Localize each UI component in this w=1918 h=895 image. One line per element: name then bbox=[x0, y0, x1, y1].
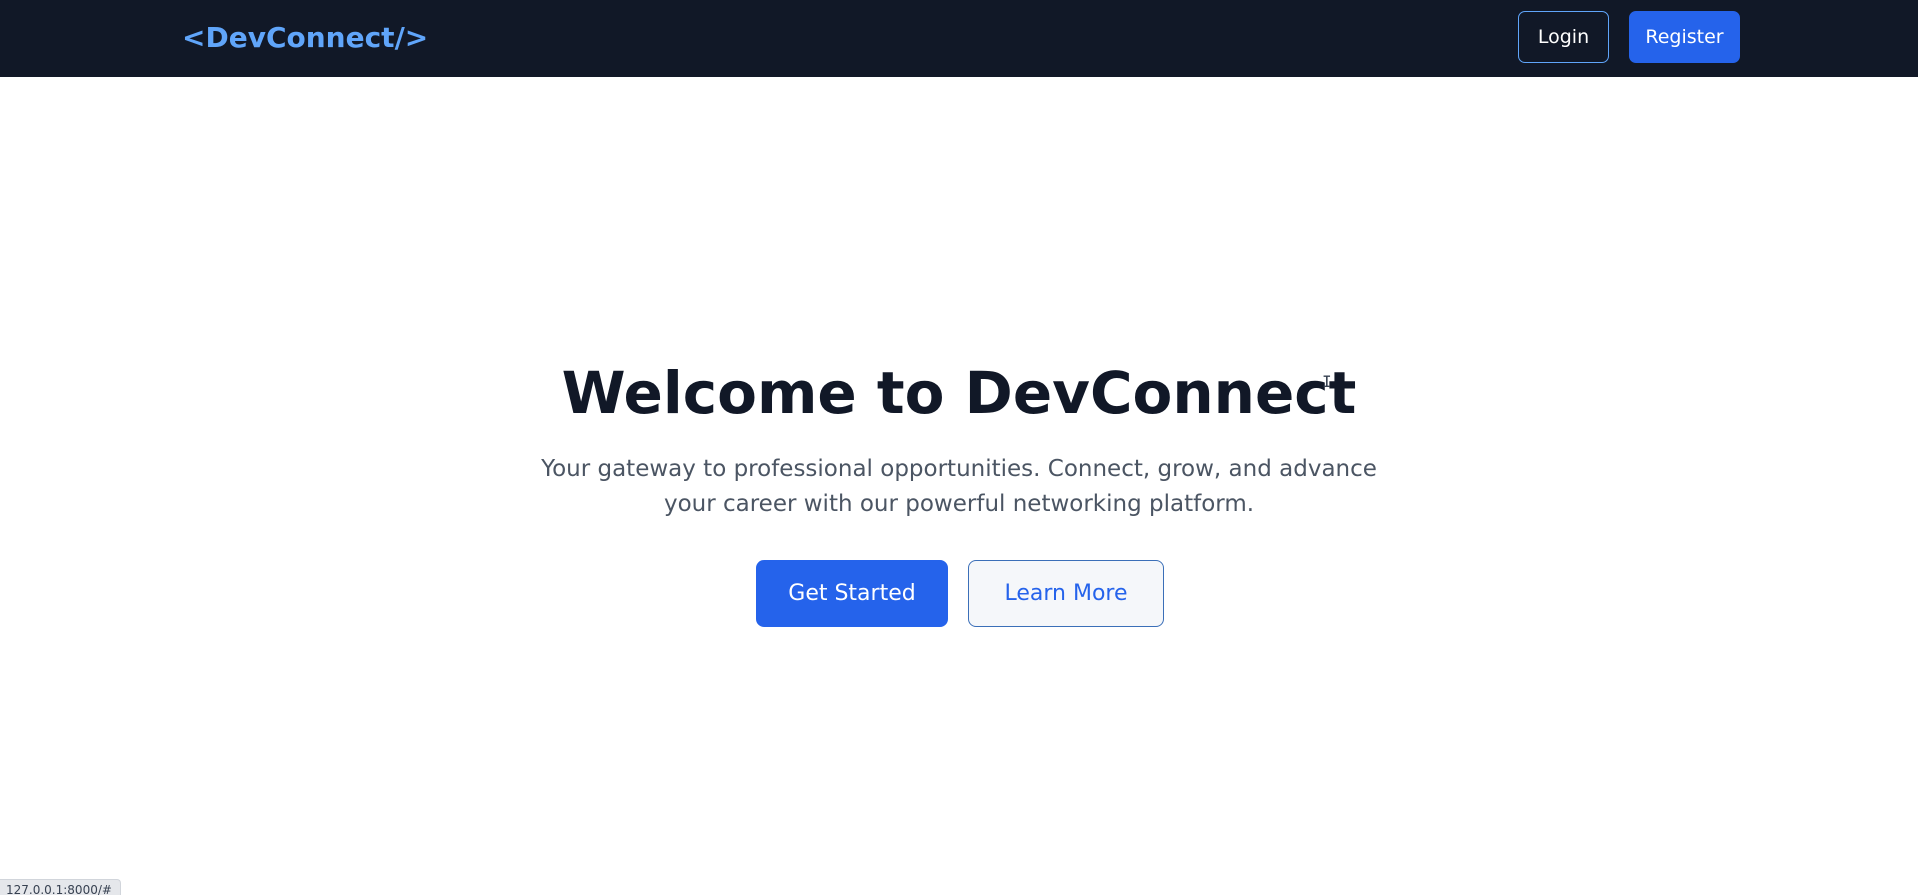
login-button[interactable]: Login bbox=[1518, 11, 1609, 63]
get-started-button[interactable]: Get Started bbox=[756, 560, 948, 627]
site-logo[interactable]: <DevConnect/> bbox=[182, 20, 428, 56]
hero-title: Welcome to DevConnect bbox=[561, 359, 1357, 427]
status-bar-url: 127.0.0.1:8000/# bbox=[0, 879, 121, 895]
text-cursor-icon: I bbox=[1322, 372, 1332, 391]
learn-more-button[interactable]: Learn More bbox=[968, 560, 1164, 627]
register-button[interactable]: Register bbox=[1629, 11, 1740, 63]
hero-subtitle: Your gateway to professional opportuniti… bbox=[541, 456, 1377, 517]
navbar: <DevConnect/> Login Register bbox=[0, 0, 1918, 77]
